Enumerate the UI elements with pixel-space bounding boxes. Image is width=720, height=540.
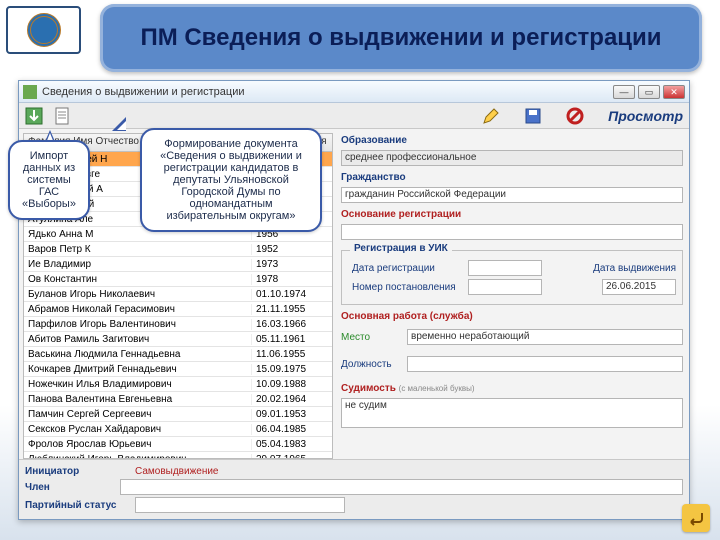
reg-basis-label: Основание регистрации (341, 209, 683, 220)
reg-date-input[interactable] (468, 260, 542, 276)
place-label: Место (341, 332, 401, 343)
initiator-value: Самовыдвижение (135, 466, 219, 477)
close-button[interactable]: ✕ (663, 85, 685, 99)
registration-group: Регистрация в УИК Дата регистрации Дата … (341, 250, 683, 305)
cell-date: 21.11.1955 (252, 304, 332, 315)
cell-date: 05.11.1961 (252, 334, 332, 345)
cell-date: 01.10.1974 (252, 289, 332, 300)
place-input[interactable]: временно неработающий (407, 329, 683, 345)
cell-fio: Парфилов Игорь Валентинович (24, 319, 252, 330)
cell-date: 16.03.1966 (252, 319, 332, 330)
table-row[interactable]: Васькина Людмила Геннадьевна11.06.1955 (24, 347, 332, 362)
details-form: Образование среднее профессиональное Гра… (337, 129, 689, 459)
main-content: Фамилия Имя Отчество Дата рождения Зайце… (19, 129, 689, 459)
slide-title: ПМ Сведения о выдвижении и регистрации (100, 4, 702, 72)
member-label: Член (25, 482, 114, 493)
nom-date-label: Дата выдвижения (593, 263, 676, 274)
party-label: Партийный статус (25, 500, 129, 511)
cell-date: 09.01.1953 (252, 409, 332, 420)
table-row[interactable]: Кочкарев Дмитрий Геннадьевич15.09.1975 (24, 362, 332, 377)
citizenship-label: Гражданство (341, 172, 683, 183)
conviction-note: (с маленькой буквы) (399, 384, 475, 393)
work-label: Основная работа (служба) (341, 311, 683, 322)
cell-date: 29.07.1965 (252, 454, 332, 459)
callout-import: Импорт данных из системы ГАС «Выборы» (8, 140, 90, 220)
callout-import-text: Импорт данных из системы ГАС «Выборы» (22, 150, 76, 210)
cell-fio: Панова Валентина Евгеньевна (24, 394, 252, 405)
table-row[interactable]: Сексков Руслан Хайдарович06.04.1985 (24, 422, 332, 437)
position-input[interactable] (407, 356, 683, 372)
import-icon[interactable] (25, 107, 43, 125)
cell-fio: Васькина Людмила Геннадьевна (24, 349, 252, 360)
table-row[interactable]: Ножечкин Илья Владимирович10.09.1988 (24, 377, 332, 392)
callout-document: Формирование документа «Сведения о выдви… (140, 128, 322, 232)
table-row[interactable]: Фролов Ярослав Юрьевич05.04.1983 (24, 437, 332, 452)
registration-group-legend: Регистрация в УИК (350, 243, 452, 254)
reg-num-input[interactable] (468, 279, 542, 295)
reg-basis-input[interactable] (341, 224, 683, 240)
cell-fio: Ов Константин (24, 274, 252, 285)
callout-tail (112, 117, 126, 131)
cell-fio: Памчин Сергей Сергеевич (24, 409, 252, 420)
nom-date-input[interactable]: 26.06.2015 (602, 279, 676, 295)
education-input[interactable]: среднее профессиональное (341, 150, 683, 166)
minimize-button[interactable]: — (613, 85, 635, 99)
conviction-input[interactable]: не судим (341, 398, 683, 428)
education-label: Образование (341, 135, 683, 146)
table-row[interactable]: Ие Владимир1973 (24, 257, 332, 272)
window-titlebar[interactable]: Сведения о выдвижении и регистрации — ▭ … (19, 81, 689, 103)
cell-fio: Варов Петр К (24, 244, 252, 255)
cancel-icon[interactable] (566, 107, 584, 125)
table-row[interactable]: Памчин Сергей Сергеевич09.01.1953 (24, 407, 332, 422)
table-row[interactable]: Буланов Игорь Николаевич01.10.1974 (24, 287, 332, 302)
initiator-label: Инициатор (25, 466, 129, 477)
table-row[interactable]: Абитов Рамиль Загитович05.11.1961 (24, 332, 332, 347)
cell-fio: Абрамов Николай Герасимович (24, 304, 252, 315)
slide-title-text: ПМ Сведения о выдвижении и регистрации (140, 25, 661, 51)
cell-fio: Фролов Ярослав Юрьевич (24, 439, 252, 450)
reg-num-label: Номер постановления (352, 282, 462, 293)
conviction-label: Судимость (341, 383, 396, 394)
cell-fio: Кочкарев Дмитрий Геннадьевич (24, 364, 252, 375)
window-title: Сведения о выдвижении и регистрации (42, 86, 245, 98)
slide-logo (6, 6, 81, 54)
cell-date: 05.04.1983 (252, 439, 332, 450)
cell-date: 10.09.1988 (252, 379, 332, 390)
citizenship-input[interactable]: гражданин Российской Федерации (341, 187, 683, 203)
app-window: Сведения о выдвижении и регистрации — ▭ … (18, 80, 690, 520)
cell-fio: Буланов Игорь Николаевич (24, 289, 252, 300)
bottom-bar: Инициатор Самовыдвижение Член Партийный … (19, 459, 689, 519)
callout-document-text: Формирование документа «Сведения о выдви… (160, 138, 302, 222)
cell-date: 1978 (252, 274, 332, 285)
edit-icon[interactable] (482, 107, 500, 125)
member-input[interactable] (120, 479, 683, 495)
table-row[interactable]: Ов Константин1978 (24, 272, 332, 287)
cell-fio: Абитов Рамиль Загитович (24, 334, 252, 345)
cell-date: 1952 (252, 244, 332, 255)
party-input[interactable] (135, 497, 345, 513)
cell-date: 1973 (252, 259, 332, 270)
app-icon (23, 85, 37, 99)
maximize-button[interactable]: ▭ (638, 85, 660, 99)
cell-date: 20.02.1964 (252, 394, 332, 405)
return-button[interactable] (682, 504, 710, 532)
table-row[interactable]: Люблинский Игорь Владимирович29.07.1965 (24, 452, 332, 458)
table-row[interactable]: Парфилов Игорь Валентинович16.03.1966 (24, 317, 332, 332)
table-row[interactable]: Панова Валентина Евгеньевна20.02.1964 (24, 392, 332, 407)
cell-date: 11.06.1955 (252, 349, 332, 360)
logo-image (27, 13, 61, 47)
reg-date-label: Дата регистрации (352, 263, 462, 274)
view-button[interactable]: Просмотр (608, 108, 683, 124)
cell-fio: Сексков Руслан Хайдарович (24, 424, 252, 435)
cell-date: 06.04.1985 (252, 424, 332, 435)
cell-fio: Люблинский Игорь Владимирович (24, 454, 252, 459)
position-label: Должность (341, 359, 401, 370)
document-icon[interactable] (53, 107, 71, 125)
save-icon[interactable] (524, 107, 542, 125)
cell-fio: Ие Владимир (24, 259, 252, 270)
table-row[interactable]: Варов Петр К1952 (24, 242, 332, 257)
cell-date: 15.09.1975 (252, 364, 332, 375)
table-row[interactable]: Абрамов Николай Герасимович21.11.1955 (24, 302, 332, 317)
cell-fio: Ножечкин Илья Владимирович (24, 379, 252, 390)
